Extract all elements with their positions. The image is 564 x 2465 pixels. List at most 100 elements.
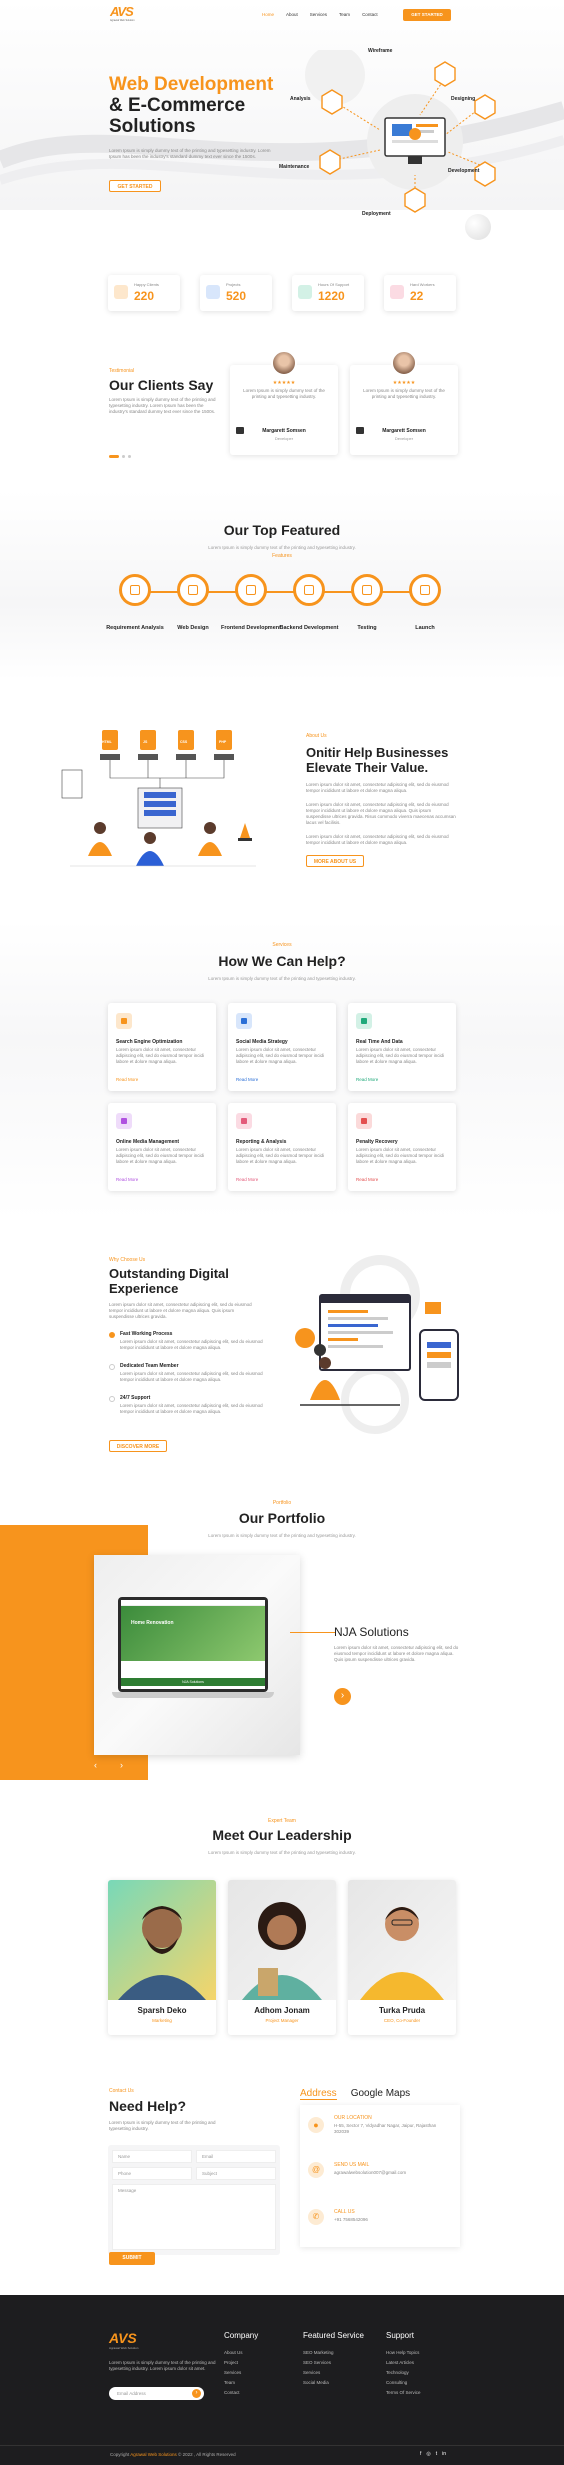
project-go-button[interactable]: › — [334, 1688, 351, 1705]
footer-link[interactable]: Services — [224, 2370, 258, 2375]
instagram-icon[interactable]: ◎ — [426, 2451, 430, 2457]
phone-text[interactable]: +91 7568542096 — [334, 2217, 444, 2223]
name-field[interactable]: Name — [112, 2150, 192, 2163]
why-item: Fast Working Process Lorem ipsum dolor s… — [109, 1331, 264, 1351]
team-tag: Expert Team — [268, 1818, 296, 1824]
twitter-icon[interactable]: t — [436, 2451, 437, 2457]
footer-link[interactable]: Social Media — [303, 2380, 364, 2385]
read-more-link[interactable]: Read More — [236, 1177, 258, 1182]
email-field[interactable]: Email — [196, 2150, 276, 2163]
footer-link[interactable]: Project — [224, 2360, 258, 2365]
step-icon — [119, 574, 151, 606]
message-field[interactable]: Message — [112, 2184, 276, 2250]
subject-field[interactable]: Subject — [196, 2167, 276, 2180]
footer-email-input[interactable]: Email Address — [109, 2387, 204, 2400]
portfolio-prev-button[interactable]: ‹ — [94, 1760, 97, 1770]
nav-contact[interactable]: Contact — [362, 12, 378, 17]
step-icon — [235, 574, 267, 606]
email-heading: SEND US MAIL — [334, 2162, 370, 2168]
read-more-link[interactable]: Read More — [116, 1077, 138, 1082]
step-label: Backend Development — [279, 625, 339, 631]
linkedin-icon[interactable]: in — [442, 2451, 446, 2457]
stat-label: Hours Of Support — [318, 282, 350, 287]
testimonial-role: Developer — [274, 436, 294, 441]
read-more-link[interactable]: Read More — [116, 1177, 138, 1182]
footer-link[interactable]: Technology — [386, 2370, 421, 2375]
stat-value: 220 — [134, 289, 155, 303]
service-icon — [356, 1013, 372, 1029]
location-text: H-55, Sector 7, Vidyadhar Nagar, Jaipur,… — [334, 2123, 437, 2134]
testimonial-text: Lorem Ipsum is simply dummy text of the … — [243, 388, 325, 399]
stat-card: Happy Clients 220 — [108, 275, 180, 311]
screen-title: Home Renovation — [131, 1620, 174, 1626]
testimonial-description: Lorem Ipsum is simply dummy text of the … — [109, 397, 216, 414]
portfolio-line — [290, 1632, 335, 1633]
footer-logo[interactable]: AVS Agrawal Web Solution — [109, 2330, 138, 2350]
node-designing: Designing — [451, 96, 476, 102]
featured-step: Launch — [400, 574, 450, 654]
footer-link[interactable]: Consulting — [386, 2380, 421, 2385]
more-about-button[interactable]: MORE ABOUT US — [306, 855, 364, 867]
footer-link[interactable]: Team — [224, 2380, 258, 2385]
testimonial-title: Our Clients Say — [109, 377, 214, 393]
team-role: CEO, Co-Founder — [383, 2018, 421, 2023]
copyright-suffix: © 2022 , All Rights Reserved — [178, 2452, 236, 2457]
why-item: 24/7 Support Lorem ipsum dolor sit amet,… — [109, 1395, 264, 1415]
team-name: Sparsh Deko — [137, 2006, 187, 2015]
nav-home[interactable]: Home — [262, 12, 274, 17]
why-item-text: Lorem ipsum dolor sit amet, consectetur … — [120, 1339, 263, 1350]
nav-about[interactable]: About — [286, 12, 298, 17]
footer-col-title: Support — [386, 2331, 415, 2340]
featured-tag: Features — [272, 553, 292, 559]
social-links: f ◎ t in — [420, 2451, 446, 2457]
node-development: Development — [448, 168, 480, 174]
tab-google-maps[interactable]: Google Maps — [351, 2088, 410, 2100]
testimonial-name: Margarett Somsen — [262, 428, 306, 434]
project-description: Lorem ipsum dolor sit amet, consectetur … — [334, 1645, 459, 1662]
project-title: NJA Solutions — [334, 1625, 409, 1639]
read-more-link[interactable]: Read More — [356, 1177, 378, 1182]
logo[interactable]: AVS Agrawal Web Solution — [110, 4, 150, 26]
portfolio-next-button[interactable]: › — [120, 1760, 123, 1770]
testimonial-tag: Testimonial — [109, 368, 135, 374]
node-maintenance: Maintenance — [279, 164, 310, 170]
footer-link[interactable]: About Us — [224, 2350, 258, 2355]
team-photo — [108, 1880, 216, 2000]
avatar — [271, 350, 297, 376]
footer-link[interactable]: Terms Of Service — [386, 2390, 421, 2395]
footer-link[interactable]: SEO Services — [303, 2360, 364, 2365]
why-item-text: Lorem ipsum dolor sit amet, consectetur … — [120, 1371, 263, 1382]
phone-field[interactable]: Phone — [112, 2167, 192, 2180]
tab-address[interactable]: Address — [300, 2088, 337, 2100]
hero-get-started-button[interactable]: GET STARTED — [109, 180, 161, 192]
footer-link[interactable]: Services — [303, 2370, 364, 2375]
footer-link[interactable]: Contact — [224, 2390, 258, 2395]
read-more-link[interactable]: Read More — [236, 1077, 258, 1082]
screen-hero — [121, 1606, 265, 1661]
nav-get-started-button[interactable]: GET STARTED — [403, 9, 451, 21]
why-tag: Why Choose Us — [109, 1257, 146, 1263]
discover-more-button[interactable]: DISCOVER MORE — [109, 1440, 167, 1452]
nav-services[interactable]: Services — [310, 12, 327, 17]
read-more-link[interactable]: Read More — [356, 1077, 378, 1082]
footer-link[interactable]: Latest Articles — [386, 2360, 421, 2365]
service-text: Lorem ipsum dolor sit amet, consectetur … — [236, 1147, 325, 1164]
step-icon — [177, 574, 209, 606]
why-item-text: Lorem ipsum dolor sit amet, consectetur … — [120, 1403, 263, 1414]
nav-team[interactable]: Team — [339, 12, 350, 17]
featured-title: Our Top Featured — [223, 522, 341, 538]
testimonial-dots[interactable] — [109, 455, 131, 458]
testimonial-card: ★★★★★ Lorem Ipsum is simply dummy text o… — [230, 350, 338, 455]
about-paragraph-2: Lorem ipsum dolor sit amet, consectetur … — [306, 802, 456, 825]
submit-button[interactable]: SUBMIT — [109, 2252, 155, 2265]
testimonial-name: Margarett Somsen — [382, 428, 426, 434]
copyright-brand[interactable]: Agrawal Web Solutions — [130, 2452, 176, 2457]
email-text[interactable]: agrawalwebsolution007@gmail.com — [334, 2170, 449, 2176]
footer-link[interactable]: How Help Topics — [386, 2350, 421, 2355]
step-label: Web Design — [177, 625, 209, 631]
facebook-icon[interactable]: f — [420, 2451, 421, 2457]
footer-email-submit-icon[interactable]: › — [192, 2389, 201, 2398]
why-description: Lorem ipsum dolor sit amet, consectetur … — [109, 1302, 252, 1319]
footer-link[interactable]: SEO Marketing — [303, 2350, 364, 2355]
service-icon — [356, 1113, 372, 1129]
